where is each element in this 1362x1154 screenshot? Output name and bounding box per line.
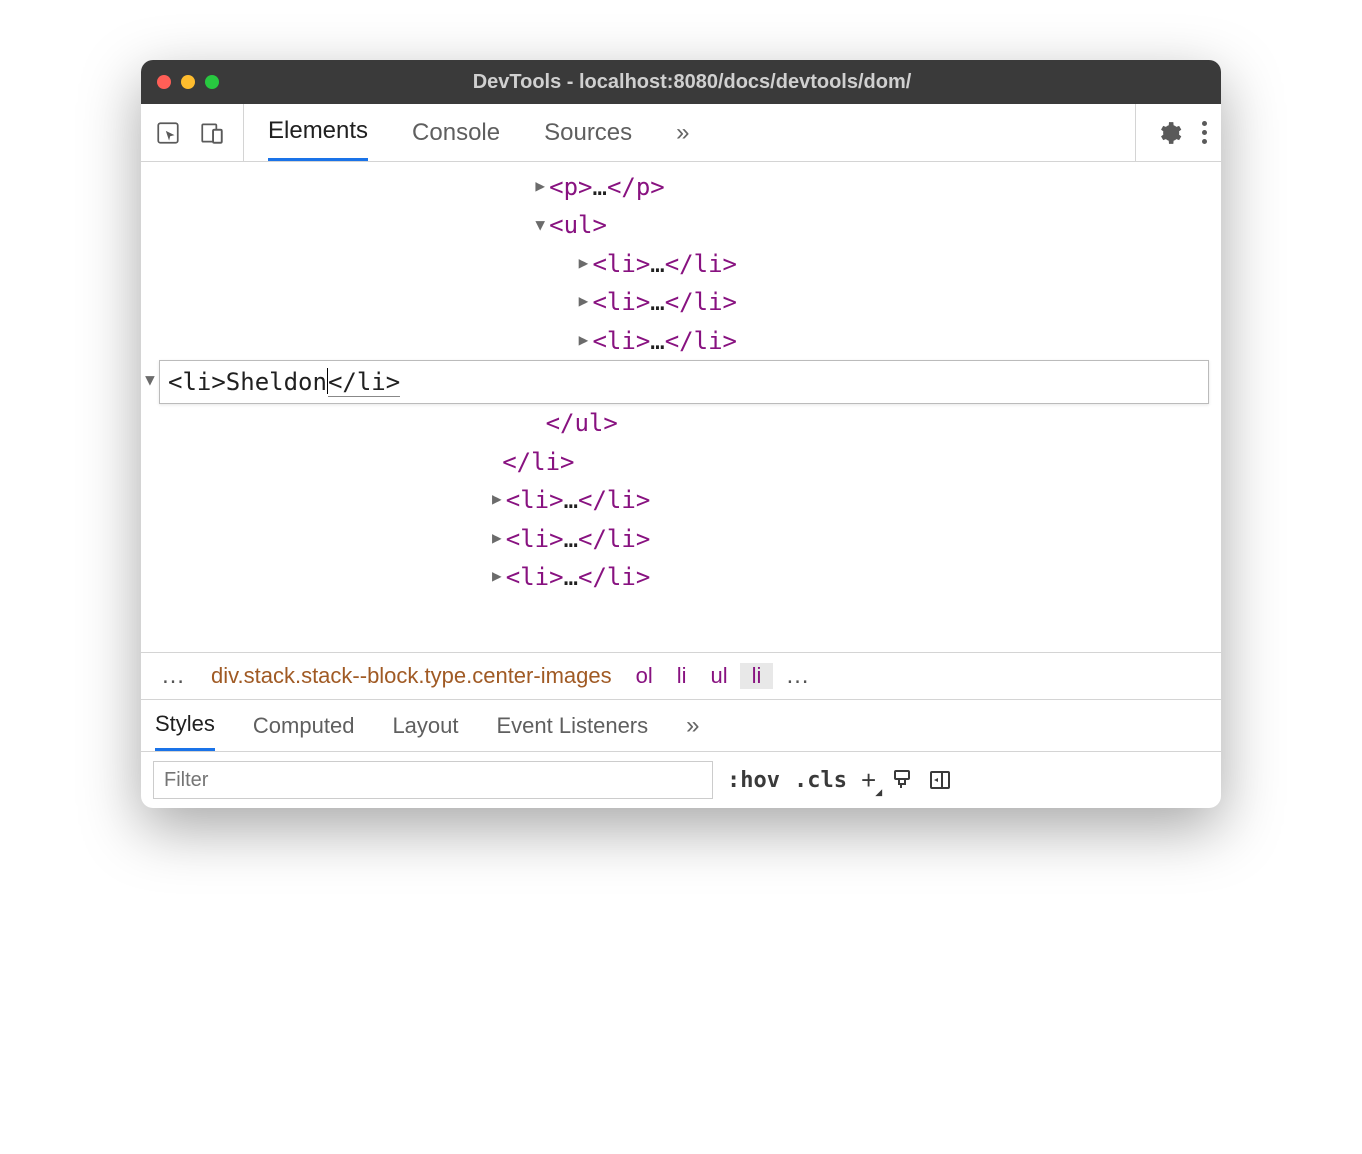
settings-icon[interactable] (1156, 120, 1182, 146)
dom-node-ul-open[interactable]: <ul> (141, 206, 1221, 244)
inspect-element-icon[interactable] (155, 120, 181, 146)
styles-tabbar: Styles Computed Layout Event Listeners » (141, 700, 1221, 752)
device-toolbar-icon[interactable] (199, 120, 225, 146)
breadcrumb-li-current[interactable]: li (740, 663, 774, 689)
styles-filter-input[interactable] (153, 761, 713, 799)
window-controls (157, 75, 219, 89)
dom-node-li[interactable]: <li>…</li> (141, 322, 1221, 360)
breadcrumb-ul[interactable]: ul (699, 663, 740, 689)
tab-layout[interactable]: Layout (392, 700, 458, 751)
breadcrumb-ol[interactable]: ol (624, 663, 665, 689)
toggle-classes-button[interactable]: .cls (794, 768, 847, 793)
dom-node-p[interactable]: <p>…</p> (141, 168, 1221, 206)
tab-event-listeners[interactable]: Event Listeners (497, 700, 649, 751)
main-toolbar: Elements Console Sources » (141, 104, 1221, 162)
tab-sources[interactable]: Sources (544, 104, 632, 161)
breadcrumb-overflow-right[interactable]: … (773, 662, 823, 690)
dom-node-li[interactable]: <li>…</li> (141, 558, 1221, 596)
more-tabs-icon[interactable]: » (676, 119, 689, 147)
devtools-window: DevTools - localhost:8080/docs/devtools/… (141, 60, 1221, 808)
toggle-hover-button[interactable]: :hov (727, 768, 780, 793)
dom-node-li-close[interactable]: </li> (141, 443, 1221, 481)
maximize-window-button[interactable] (205, 75, 219, 89)
breadcrumb-overflow-left[interactable]: … (149, 662, 199, 690)
html-edit-input[interactable]: <li>Sheldon</li> (159, 360, 1209, 404)
minimize-window-button[interactable] (181, 75, 195, 89)
tab-computed[interactable]: Computed (253, 700, 355, 751)
titlebar: DevTools - localhost:8080/docs/devtools/… (141, 60, 1221, 104)
dom-breadcrumb: … div.stack.stack--block.type.center-ima… (141, 652, 1221, 700)
dom-node-li[interactable]: <li>…</li> (141, 481, 1221, 519)
edit-content: <li>Sheldon (168, 368, 327, 396)
dom-node-li[interactable]: <li>…</li> (141, 245, 1221, 283)
styles-filter-bar: :hov .cls + (141, 752, 1221, 808)
more-style-tabs-icon[interactable]: » (686, 712, 699, 740)
new-style-rule-button[interactable]: + (861, 765, 876, 796)
close-window-button[interactable] (157, 75, 171, 89)
dom-node-li[interactable]: <li>…</li> (141, 520, 1221, 558)
paint-brush-icon[interactable] (890, 768, 914, 792)
dom-tree-panel[interactable]: <p>…</p> <ul> <li>…</li> <li>…</li> <li>… (141, 162, 1221, 652)
more-options-icon[interactable] (1202, 121, 1207, 144)
dom-node-ul-close[interactable]: </ul> (141, 404, 1221, 442)
tab-elements[interactable]: Elements (268, 104, 368, 161)
breadcrumb-div[interactable]: div.stack.stack--block.type.center-image… (199, 663, 624, 689)
tab-console[interactable]: Console (412, 104, 500, 161)
toggle-sidebar-icon[interactable] (928, 768, 952, 792)
window-title: DevTools - localhost:8080/docs/devtools/… (239, 71, 1145, 94)
dom-node-li[interactable]: <li>…</li> (141, 283, 1221, 321)
edit-closing-tag: </li> (328, 368, 400, 397)
tab-styles[interactable]: Styles (155, 700, 215, 751)
dom-node-li-editing[interactable]: <li>Sheldon</li> (141, 360, 1221, 404)
breadcrumb-li[interactable]: li (665, 663, 699, 689)
